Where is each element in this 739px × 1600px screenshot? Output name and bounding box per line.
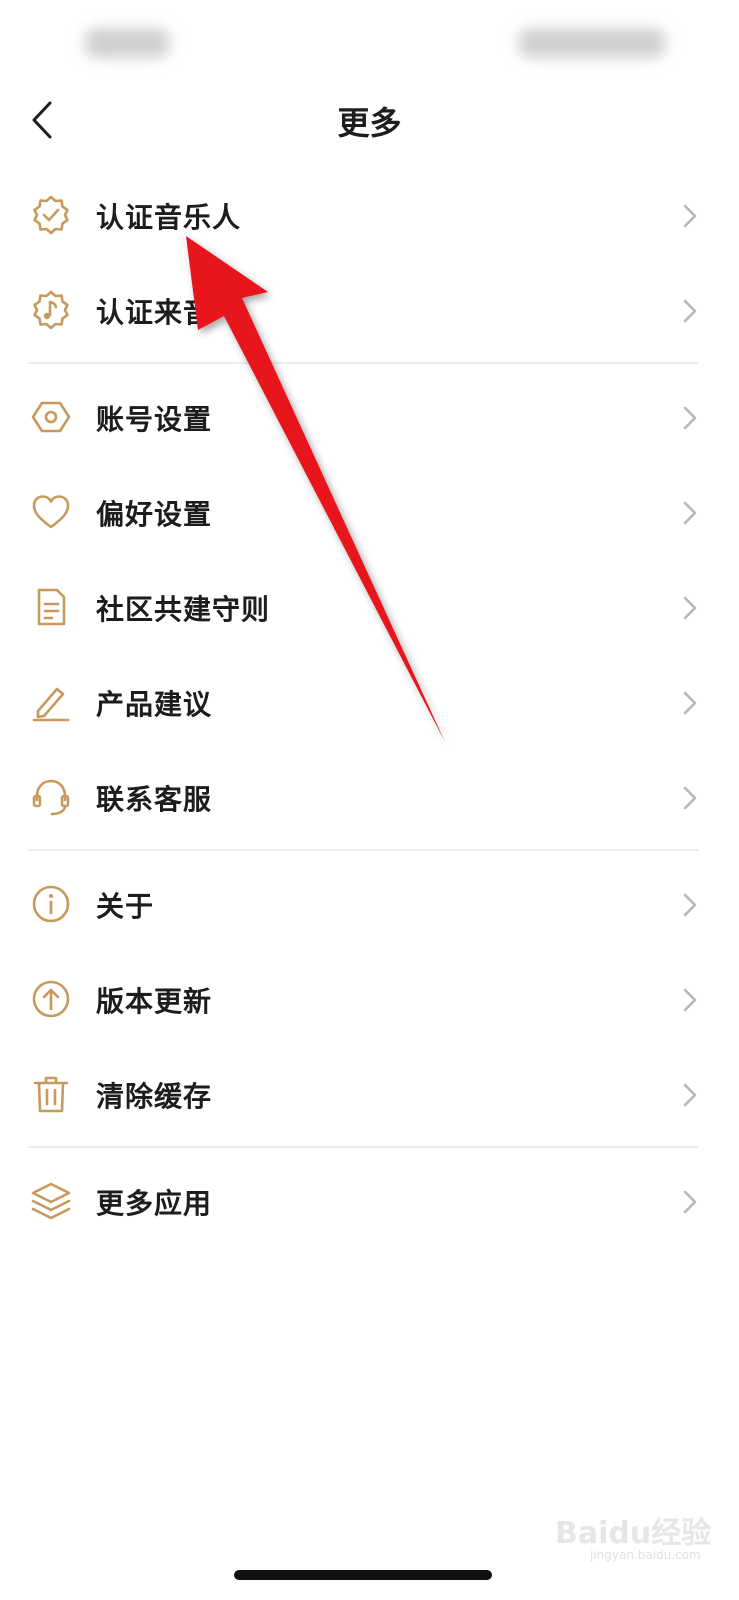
status-bar <box>0 0 739 80</box>
divider <box>28 362 698 364</box>
menu-label: 版本更新 <box>96 985 213 1018</box>
chevron-right-icon <box>683 691 697 715</box>
menu-item-account-settings[interactable]: 账号设置 <box>0 369 739 464</box>
heart-icon <box>32 495 70 529</box>
menu-item-product-feedback[interactable]: 产品建议 <box>0 654 739 749</box>
chevron-right-icon <box>683 1083 697 1107</box>
menu-item-more-apps[interactable]: 更多应用 <box>0 1153 739 1248</box>
menu-label: 账号设置 <box>96 403 213 436</box>
chevron-right-icon <box>683 204 697 228</box>
upload-circle-icon <box>32 980 70 1018</box>
menu-item-verified-producer[interactable]: 认证来音 <box>0 262 739 357</box>
menu-label: 偏好设置 <box>96 498 213 531</box>
menu-item-verified-musician[interactable]: 认证音乐人 <box>0 167 739 262</box>
menu-label: 社区共建守则 <box>96 593 271 626</box>
page-title: 更多 <box>337 104 402 142</box>
chevron-right-icon <box>683 988 697 1012</box>
divider <box>28 1146 698 1148</box>
hexagon-settings-icon <box>31 401 71 433</box>
menu-item-about[interactable]: 关于 <box>0 856 739 951</box>
watermark: Baidu经验 <box>555 1516 712 1551</box>
chevron-right-icon <box>683 299 697 323</box>
menu-label: 联系客服 <box>96 783 213 816</box>
chevron-right-icon <box>683 501 697 525</box>
headset-icon <box>32 779 70 816</box>
menu-label: 产品建议 <box>96 688 213 721</box>
menu-label: 关于 <box>96 890 155 923</box>
menu-label: 清除缓存 <box>96 1080 213 1113</box>
layers-icon <box>31 1182 71 1220</box>
chevron-right-icon <box>683 893 697 917</box>
menu-item-community-guidelines[interactable]: 社区共建守则 <box>0 559 739 654</box>
settings-menu: 认证音乐人 认证来音 账号设置 偏好设置 社区共建守则 产品建议 联系客服 关于… <box>0 167 739 1248</box>
pen-icon <box>32 687 70 722</box>
watermark-sub: jingyan.baidu.com <box>590 1548 701 1562</box>
music-badge-icon <box>33 290 69 330</box>
chevron-right-icon <box>683 596 697 620</box>
status-icons-blur <box>518 28 666 58</box>
verified-badge-icon <box>33 195 69 235</box>
document-icon <box>37 588 66 626</box>
menu-label: 认证来音 <box>96 296 213 329</box>
status-time-blur <box>84 28 170 58</box>
home-indicator <box>234 1570 492 1580</box>
chevron-right-icon <box>683 1190 697 1214</box>
menu-item-version-update[interactable]: 版本更新 <box>0 951 739 1046</box>
nav-bar: 更多 <box>0 80 739 160</box>
chevron-right-icon <box>683 786 697 810</box>
menu-label: 更多应用 <box>96 1187 213 1220</box>
menu-item-preferences[interactable]: 偏好设置 <box>0 464 739 559</box>
info-icon <box>32 885 70 923</box>
menu-item-contact-support[interactable]: 联系客服 <box>0 749 739 844</box>
trash-icon <box>33 1076 69 1113</box>
divider <box>28 849 698 851</box>
menu-item-clear-cache[interactable]: 清除缓存 <box>0 1046 739 1141</box>
menu-label: 认证音乐人 <box>96 201 242 234</box>
chevron-right-icon <box>683 406 697 430</box>
